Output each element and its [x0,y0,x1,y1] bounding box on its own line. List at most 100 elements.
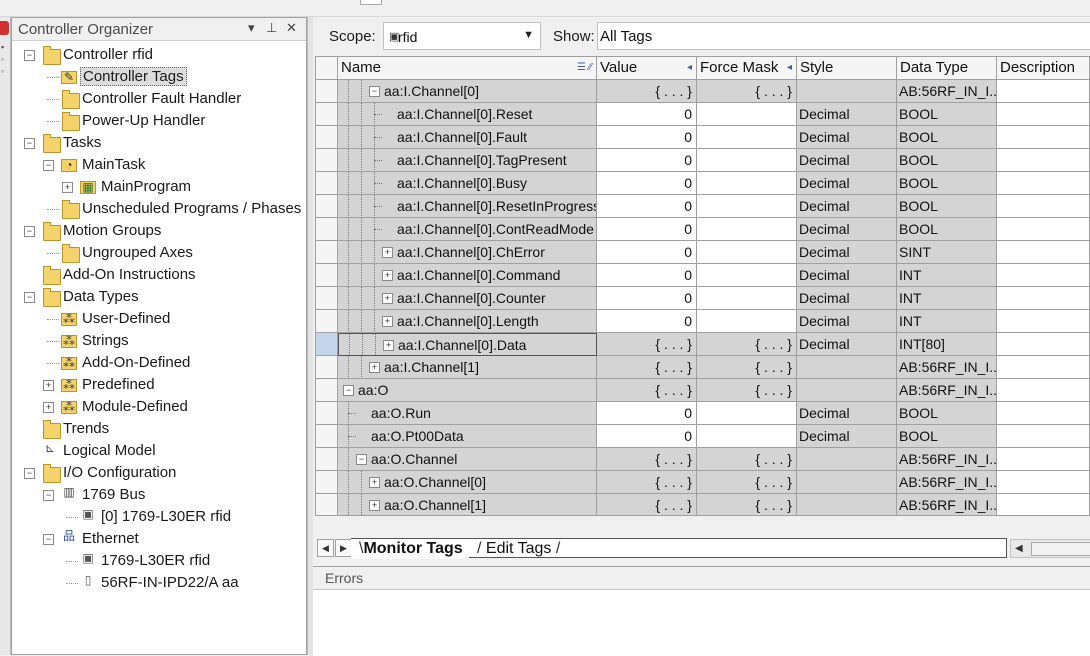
collapse-icon[interactable]: − [24,50,35,61]
table-row[interactable]: − aa:O.Channel{ . . . }{ . . . } AB:56RF_I… [316,448,1089,471]
close-icon[interactable]: ✕ [286,20,297,36]
table-row[interactable]: + aa:I.Channel[0].ChError 0 Decimal SINT [316,241,1089,264]
column-header-value[interactable]: Value ◂ [597,57,697,79]
stop-icon[interactable] [0,21,9,35]
dropdown-icon[interactable]: ▾ [248,20,255,36]
tree-node[interactable]: − ▥ 1769 Bus [12,484,306,506]
description-cell[interactable] [997,379,1089,402]
force-mask-cell[interactable]: { . . . } [697,494,797,515]
data-type-cell[interactable]: AB:56RF_IN_I... [897,356,997,379]
table-row[interactable]: + aa:I.Channel[1] { . . . }{ . . . } AB:56R… [316,356,1089,379]
scroll-left-icon[interactable]: ◀ [1015,540,1023,557]
toolbar-button[interactable] [360,0,382,5]
force-mask-cell[interactable] [697,195,797,218]
table-row[interactable]: aa:I.Channel[0].Reset 0 Decimal BOOL [316,103,1089,126]
row-selector[interactable] [316,103,338,126]
expand-icon[interactable]: + [383,340,394,351]
tag-name-cell[interactable]: + aa:O.Channel[0] [338,471,597,494]
tree-node[interactable]: ✎ Controller Tags [12,66,306,88]
tab-edit-tags[interactable]: / Edit Tags / [469,539,566,559]
description-cell[interactable] [997,126,1089,149]
row-selector[interactable] [316,172,338,195]
tree-node[interactable]: ▣ [0] 1769-L30ER rfid [12,506,306,528]
dock-tab-glyphs[interactable]: ▪ ◦ ◦ [1,41,9,77]
data-type-cell[interactable]: BOOL [897,218,997,241]
tab-scroll-right-button[interactable]: ▶ [335,539,352,557]
force-mask-cell[interactable] [697,425,797,448]
tree-node[interactable]: − 品 Ethernet [12,528,306,550]
tab-scroll-left-button[interactable]: ◀ [317,539,334,557]
row-selector[interactable] [316,287,338,310]
data-type-cell[interactable]: AB:56RF_IN_I... [897,80,997,103]
data-type-cell[interactable]: AB:56RF_IN_I... [897,379,997,402]
table-row[interactable]: + aa:I.Channel[0].Command 0 Decimal INT [316,264,1089,287]
data-type-cell[interactable]: AB:56RF_IN_I... [897,471,997,494]
tree-node[interactable]: − I/O Configuration [12,462,306,484]
style-cell[interactable]: Decimal [797,402,897,425]
tree-node[interactable]: Trends [12,418,306,440]
column-header-style[interactable]: Style [797,57,897,79]
tag-value-cell[interactable]: { . . . } [597,333,697,356]
data-type-cell[interactable]: BOOL [897,425,997,448]
description-cell[interactable] [997,333,1089,356]
tag-value-cell[interactable]: { . . . } [597,494,697,515]
table-row[interactable]: aa:I.Channel[0].TagPresent 0 Decimal BOOL [316,149,1089,172]
tag-value-cell[interactable]: 0 [597,126,697,149]
table-row[interactable]: aa:I.Channel[0].Busy 0 Decimal BOOL [316,172,1089,195]
style-cell[interactable] [797,80,897,103]
row-selector[interactable] [316,448,338,471]
arrow-left-icon[interactable]: ◂ [787,57,792,79]
row-selector-header[interactable] [316,57,338,79]
table-row[interactable]: + aa:I.Channel[0].Counter 0 Decimal INT [316,287,1089,310]
data-type-cell[interactable]: SINT [897,241,997,264]
style-cell[interactable]: Decimal [797,218,897,241]
column-header-data-type[interactable]: Data Type [897,57,997,79]
data-type-cell[interactable]: INT [897,287,997,310]
tag-value-cell[interactable]: 0 [597,195,697,218]
tag-value-cell[interactable]: 0 [597,310,697,333]
tag-name-cell[interactable]: aa:O.Pt00Data [338,425,597,448]
tag-name-cell[interactable]: + aa:I.Channel[0].Length [338,310,597,333]
expand-icon[interactable]: + [43,380,54,391]
expand-icon[interactable]: + [369,477,380,488]
style-cell[interactable]: Decimal [797,149,897,172]
tag-name-cell[interactable]: aa:I.Channel[0].Busy [338,172,597,195]
style-cell[interactable] [797,448,897,471]
row-selector[interactable] [316,264,338,287]
row-selector[interactable] [316,218,338,241]
tree-node[interactable]: ▯ 56RF-IN-IPD22/A aa [12,572,306,594]
force-mask-cell[interactable] [697,310,797,333]
tree-node[interactable]: Ungrouped Axes [12,242,306,264]
force-mask-cell[interactable] [697,218,797,241]
data-type-cell[interactable]: BOOL [897,402,997,425]
data-type-cell[interactable]: BOOL [897,195,997,218]
style-cell[interactable]: Decimal [797,172,897,195]
tag-value-cell[interactable]: { . . . } [597,379,697,402]
style-cell[interactable]: Decimal [797,103,897,126]
description-cell[interactable] [997,425,1089,448]
tag-name-cell[interactable]: − aa:I.Channel[0] [338,80,597,103]
tree-node[interactable]: − Tasks [12,132,306,154]
description-cell[interactable] [997,287,1089,310]
row-selector[interactable] [316,149,338,172]
row-selector[interactable] [316,80,338,103]
expand-icon[interactable]: + [382,247,393,258]
tag-name-cell[interactable]: aa:I.Channel[0].ResetInProgress [338,195,597,218]
tag-value-cell[interactable]: 0 [597,264,697,287]
collapse-icon[interactable]: − [43,160,54,171]
tree-node[interactable]: − Data Types [12,286,306,308]
description-cell[interactable] [997,149,1089,172]
sort-filter-icon[interactable]: ☰ ⁄⁄ [577,57,592,79]
show-filter[interactable]: All Tags [597,22,1090,50]
table-row[interactable]: aa:I.Channel[0].ResetInProgress 0 Decimal B… [316,195,1089,218]
column-header-force-mask[interactable]: Force Mask ◂ [697,57,797,79]
tag-name-cell[interactable]: + aa:I.Channel[0].Counter [338,287,597,310]
tag-name-cell[interactable]: − aa:O [338,379,597,402]
row-selector[interactable] [316,494,338,515]
row-selector[interactable] [316,126,338,149]
tag-value-cell[interactable]: 0 [597,402,697,425]
tree-node[interactable]: ⁂ Strings [12,330,306,352]
style-cell[interactable] [797,494,897,515]
column-header-name[interactable]: Name ☰ ⁄⁄ [338,57,597,79]
tree-node[interactable]: Power-Up Handler [12,110,306,132]
